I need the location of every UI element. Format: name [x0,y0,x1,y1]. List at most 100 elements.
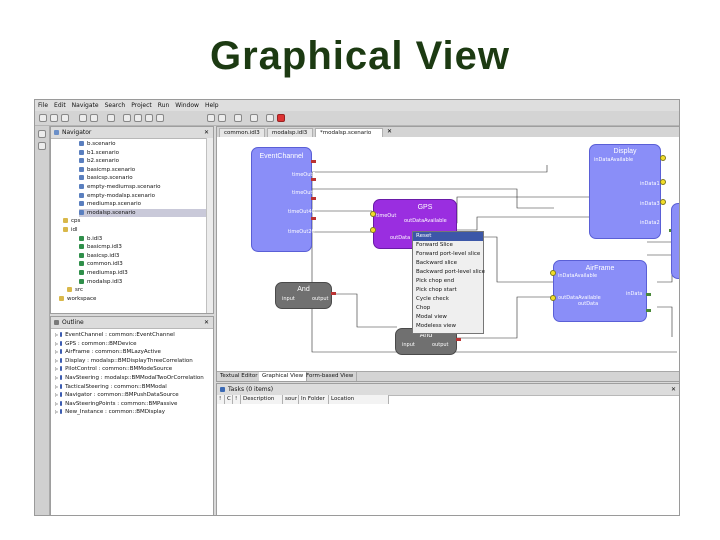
tree-item[interactable]: basicmp.scenario [79,166,135,174]
menu-item-pick-chop-start[interactable]: Pick chop start [413,286,483,295]
column-header[interactable]: Description [241,395,283,404]
tree-item[interactable]: b1.scenario [79,149,119,157]
forward-icon[interactable] [218,114,226,122]
expand-icon[interactable]: ▷ [55,349,58,354]
navigator-scrollbar[interactable] [206,138,213,313]
port-pin[interactable] [456,338,461,341]
menu-item-modeless-view[interactable]: Modeless view [413,322,483,331]
column-header[interactable]: sour [283,395,299,404]
expand-icon[interactable]: ▷ [55,384,58,389]
outline-item[interactable]: ▷ EventChannel : common::EventChannel [55,331,175,339]
column-header[interactable]: ! [217,395,225,404]
menu-edit[interactable]: Edit [54,102,66,109]
expand-icon[interactable]: ▷ [55,409,58,414]
and-node[interactable]: And input output [275,282,332,309]
menu-item-modal-view[interactable]: Modal view [413,313,483,322]
save-icon[interactable] [50,114,58,122]
debug-icon[interactable] [90,114,98,122]
tab-form-based-view[interactable]: Form-based View [303,372,358,381]
tree-item[interactable]: modalsp.idl3 [79,278,122,286]
expand-icon[interactable]: ▷ [55,401,58,406]
tree-item[interactable]: basicsp.scenario [79,174,133,182]
tree-item[interactable]: b.scenario [79,140,116,148]
port-ring[interactable] [550,270,556,276]
tree-item[interactable]: basicsp.idl3 [79,252,119,260]
perspective-icon[interactable] [38,130,46,138]
outline-item[interactable]: ▷ Navigator : common::BMPushDataSource [55,391,179,399]
new-icon[interactable] [39,114,47,122]
port-pin[interactable] [646,309,651,312]
back-icon[interactable] [207,114,215,122]
menu-item-chop[interactable]: Chop [413,304,483,313]
menu-item-pick-chop-end[interactable]: Pick chop end [413,277,483,286]
tree-item[interactable]: mediumsp.scenario [79,200,141,208]
tab-modalsp-idl3[interactable]: modalsp.idl3 [267,128,313,137]
menu-run[interactable]: Run [158,102,170,109]
outline-item[interactable]: ▷ AirFrame : common::BMLazyActive [55,348,161,356]
resource-perspective-icon[interactable] [38,142,46,150]
annotate-icon[interactable] [234,114,242,122]
column-header[interactable]: Location [329,395,389,404]
tree-item[interactable]: common.idl3 [79,260,123,268]
expand-icon[interactable]: ▷ [55,375,58,380]
port-ring[interactable] [660,179,666,185]
menu-item-cycle-check[interactable]: Cycle check [413,295,483,304]
tree-item[interactable]: mediumsp.idl3 [79,269,128,277]
tree-item[interactable]: cps [63,217,80,225]
tree-item[interactable]: idl [63,226,78,234]
expand-icon[interactable]: ▷ [55,392,58,397]
port-pin[interactable] [311,178,316,181]
expand-icon[interactable]: ▷ [55,332,58,337]
close-icon[interactable]: ✕ [671,384,676,395]
menu-help[interactable]: Help [205,102,219,109]
menu-item-forward-port-level-slice[interactable]: Forward port-level slice [413,250,483,259]
menu-item-forward-slice[interactable]: Forward Slice [413,241,483,250]
menu-item-backward-slice[interactable]: Backward slice [413,259,483,268]
port-pin[interactable] [646,293,651,296]
outline-item[interactable]: ▷ TacticalSteering : common::BMModal [55,383,167,391]
outline-item[interactable]: ▷ New_Instance : common::BMDisplay [55,408,165,416]
tab-textual-editor[interactable]: Textual Editor [217,372,262,381]
menu-navigate[interactable]: Navigate [72,102,99,109]
edit-icon[interactable] [134,114,142,122]
tab-graphical-view[interactable]: Graphical View [259,372,308,381]
tab-common-idl3[interactable]: common.idl3 [219,128,265,137]
menu-item-reset[interactable]: Reset [413,232,483,241]
column-header[interactable]: C [225,395,233,404]
tool-icon[interactable] [145,114,153,122]
close-icon[interactable]: ✕ [204,127,209,138]
menu-file[interactable]: File [38,102,48,109]
column-header[interactable]: In Folder [299,395,329,404]
tree-item[interactable]: workspace [59,295,96,303]
diagram-canvas[interactable]: EventChannel timeOut5 timeOut1 timeOut40… [217,137,679,372]
airframe-node[interactable]: AirFrame inDataAvailable inData outDataA… [553,260,647,322]
port-pin[interactable] [311,160,316,163]
port-ring[interactable] [550,295,556,301]
stop-icon[interactable] [277,114,285,122]
expand-icon[interactable]: ▷ [55,366,58,371]
tree-item[interactable]: empty-mediumsp.scenario [79,183,161,191]
outline-item[interactable]: ▷ GPS : common::BMDevice [55,340,137,348]
expand-icon[interactable]: ▷ [55,358,58,363]
tab-modalsp-scenario[interactable]: *modalsp.scenario [315,128,383,137]
partial-node[interactable] [671,203,679,279]
port-ring[interactable] [660,155,666,161]
menu-item-backward-port-level-slice[interactable]: Backward port-level slice [413,268,485,277]
zoom-icon[interactable] [266,114,274,122]
port-pin[interactable] [311,197,316,200]
tree-item[interactable]: basicmp.idl3 [79,243,122,251]
text-size-icon[interactable] [250,114,258,122]
open-type-icon[interactable] [123,114,131,122]
close-icon[interactable]: ✕ [387,127,392,137]
tree-item[interactable]: modalsp.scenario [79,208,207,217]
port-pin[interactable] [311,217,316,220]
expand-icon[interactable]: ▷ [55,341,58,346]
menu-search[interactable]: Search [105,102,126,109]
port-ring[interactable] [370,227,376,233]
menu-project[interactable]: Project [131,102,152,109]
port-ring[interactable] [370,211,376,217]
outline-item[interactable]: ▷ Display : modalsp::BMDisplayThreeCorrel… [55,357,193,365]
menu-window[interactable]: Window [175,102,199,109]
tree-item[interactable]: b.idl3 [79,235,102,243]
run-icon[interactable] [79,114,87,122]
